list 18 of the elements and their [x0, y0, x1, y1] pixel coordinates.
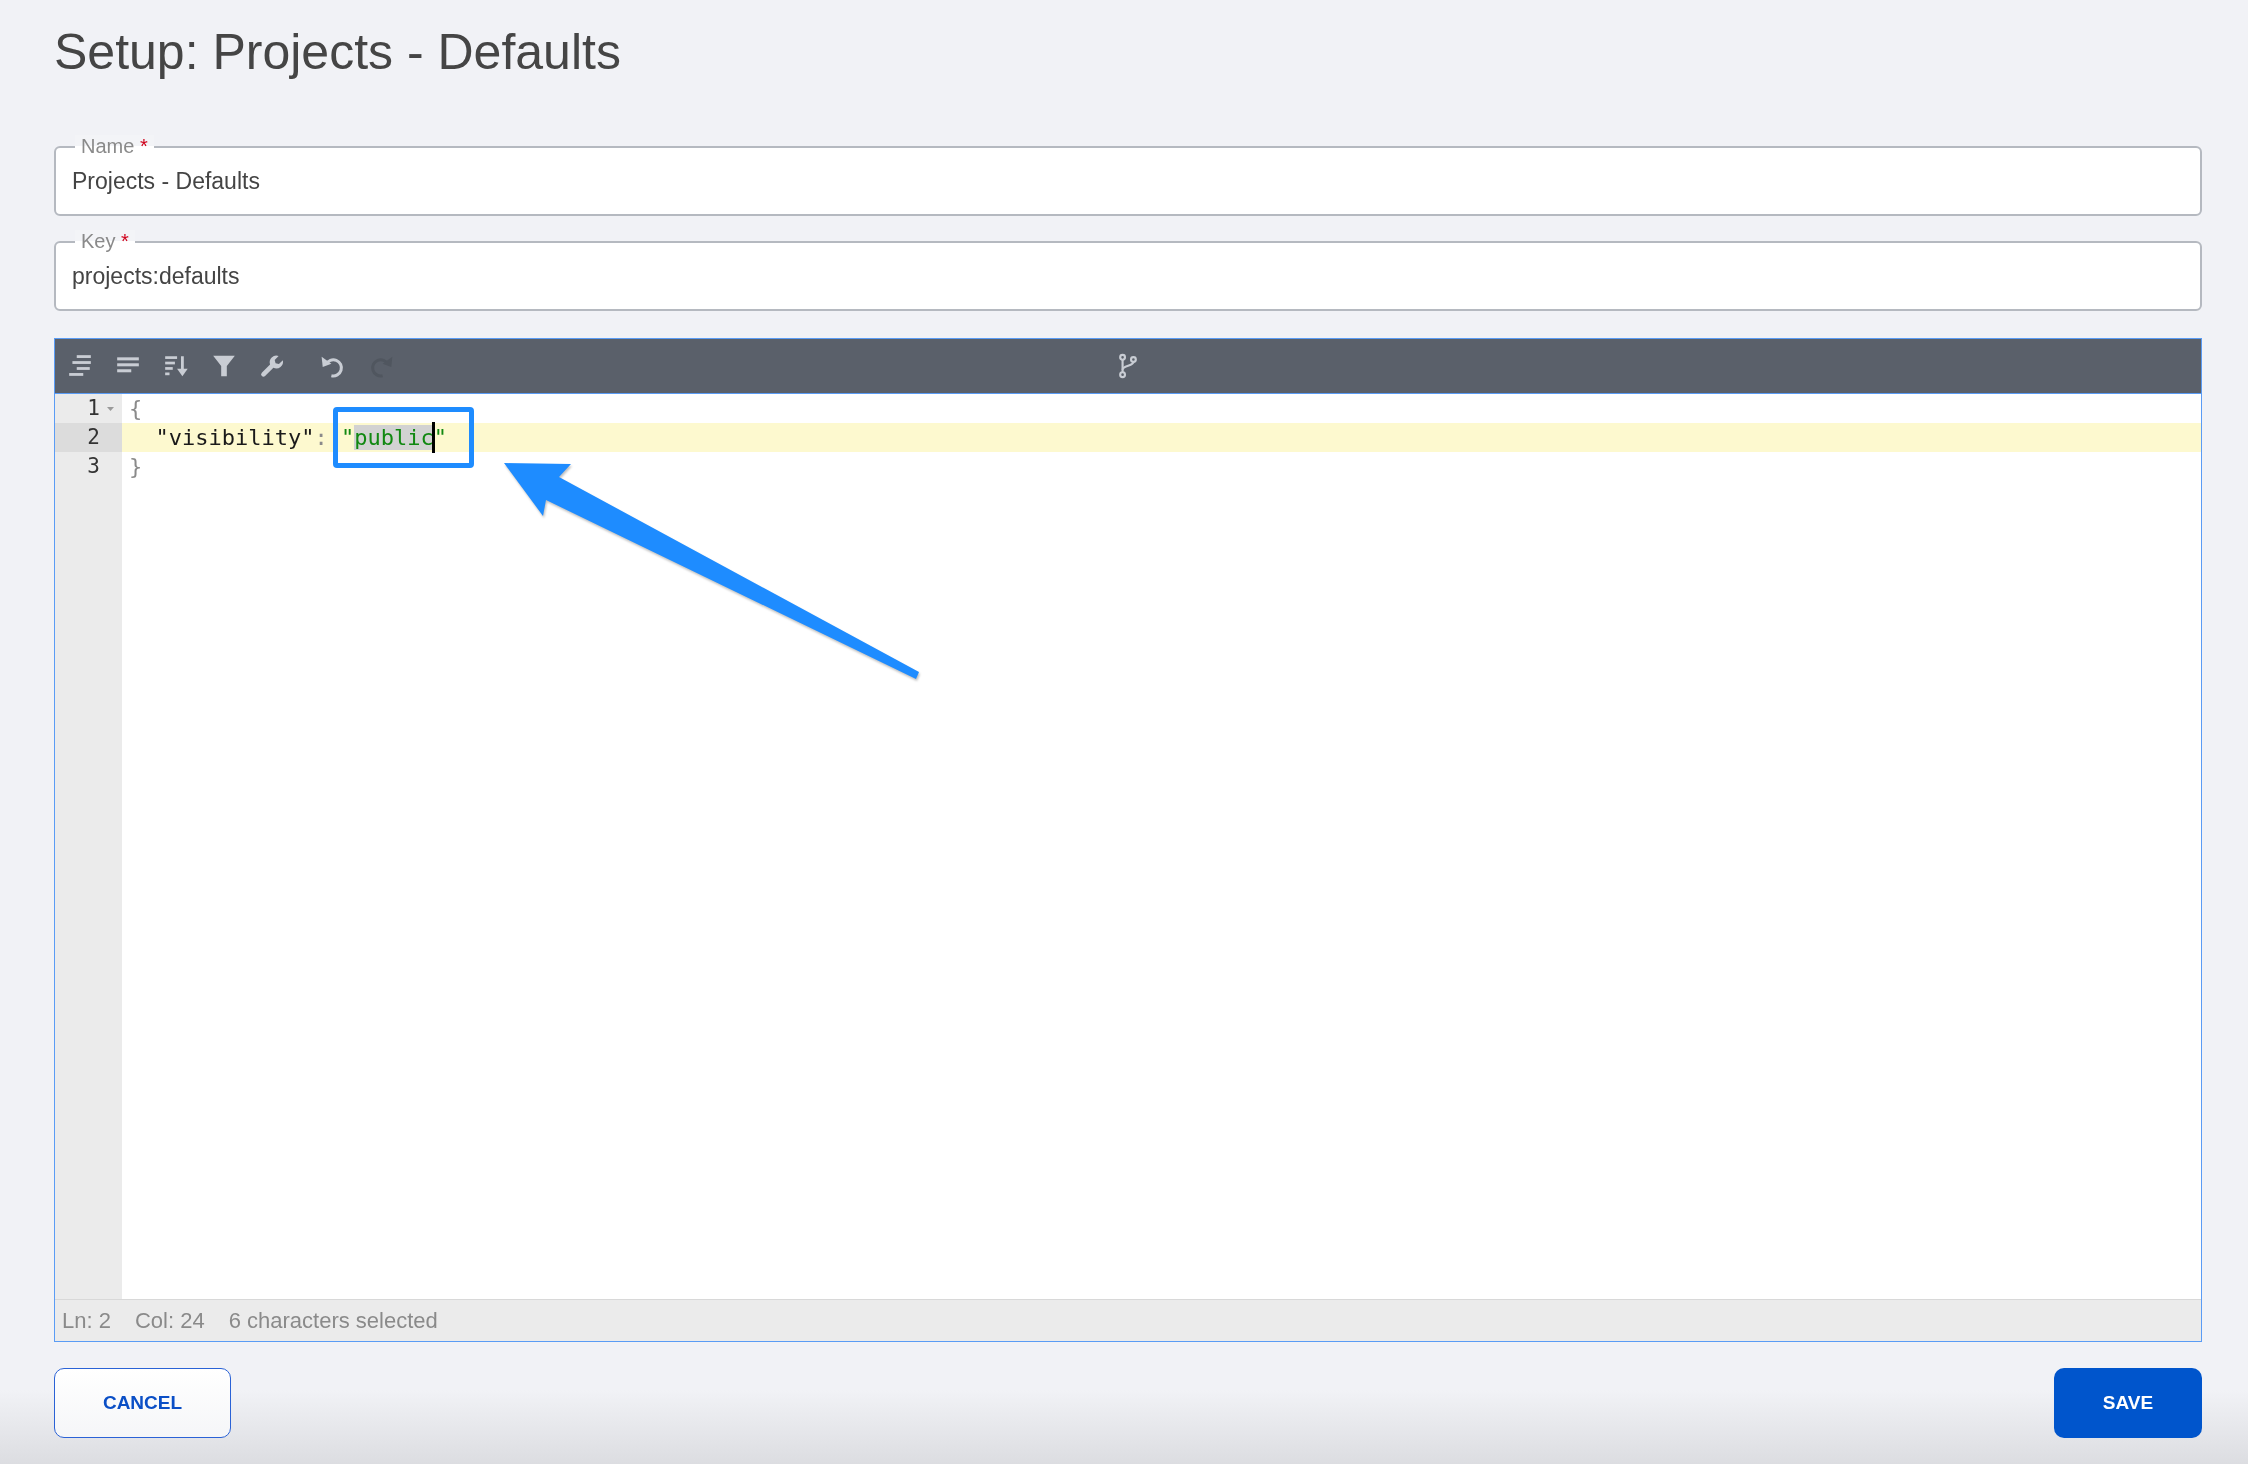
line-number: 3 [87, 453, 100, 480]
page-title: Setup: Projects - Defaults [54, 23, 621, 82]
filter-icon[interactable] [211, 353, 237, 379]
status-text: 6 characters selected [228, 1307, 438, 1334]
status-text: Ln: 2 [62, 1307, 111, 1334]
fold-icon[interactable] [106, 406, 114, 411]
indented-lines-icon[interactable] [67, 353, 93, 379]
primary-button[interactable]: SAVE [2054, 1368, 2202, 1438]
wrench-icon[interactable] [259, 353, 285, 379]
json-brace: } [129, 453, 143, 481]
line-number: 1 [87, 395, 100, 422]
secondary-button[interactable]: CANCEL [54, 1368, 231, 1438]
json-punctuation: : [314, 424, 328, 452]
line-number: 2 [87, 424, 100, 451]
sort-icon[interactable] [163, 353, 189, 379]
status-text: Col: 24 [134, 1307, 205, 1334]
json-key: "visibility" [155, 423, 315, 452]
json-brace: { [129, 395, 143, 423]
